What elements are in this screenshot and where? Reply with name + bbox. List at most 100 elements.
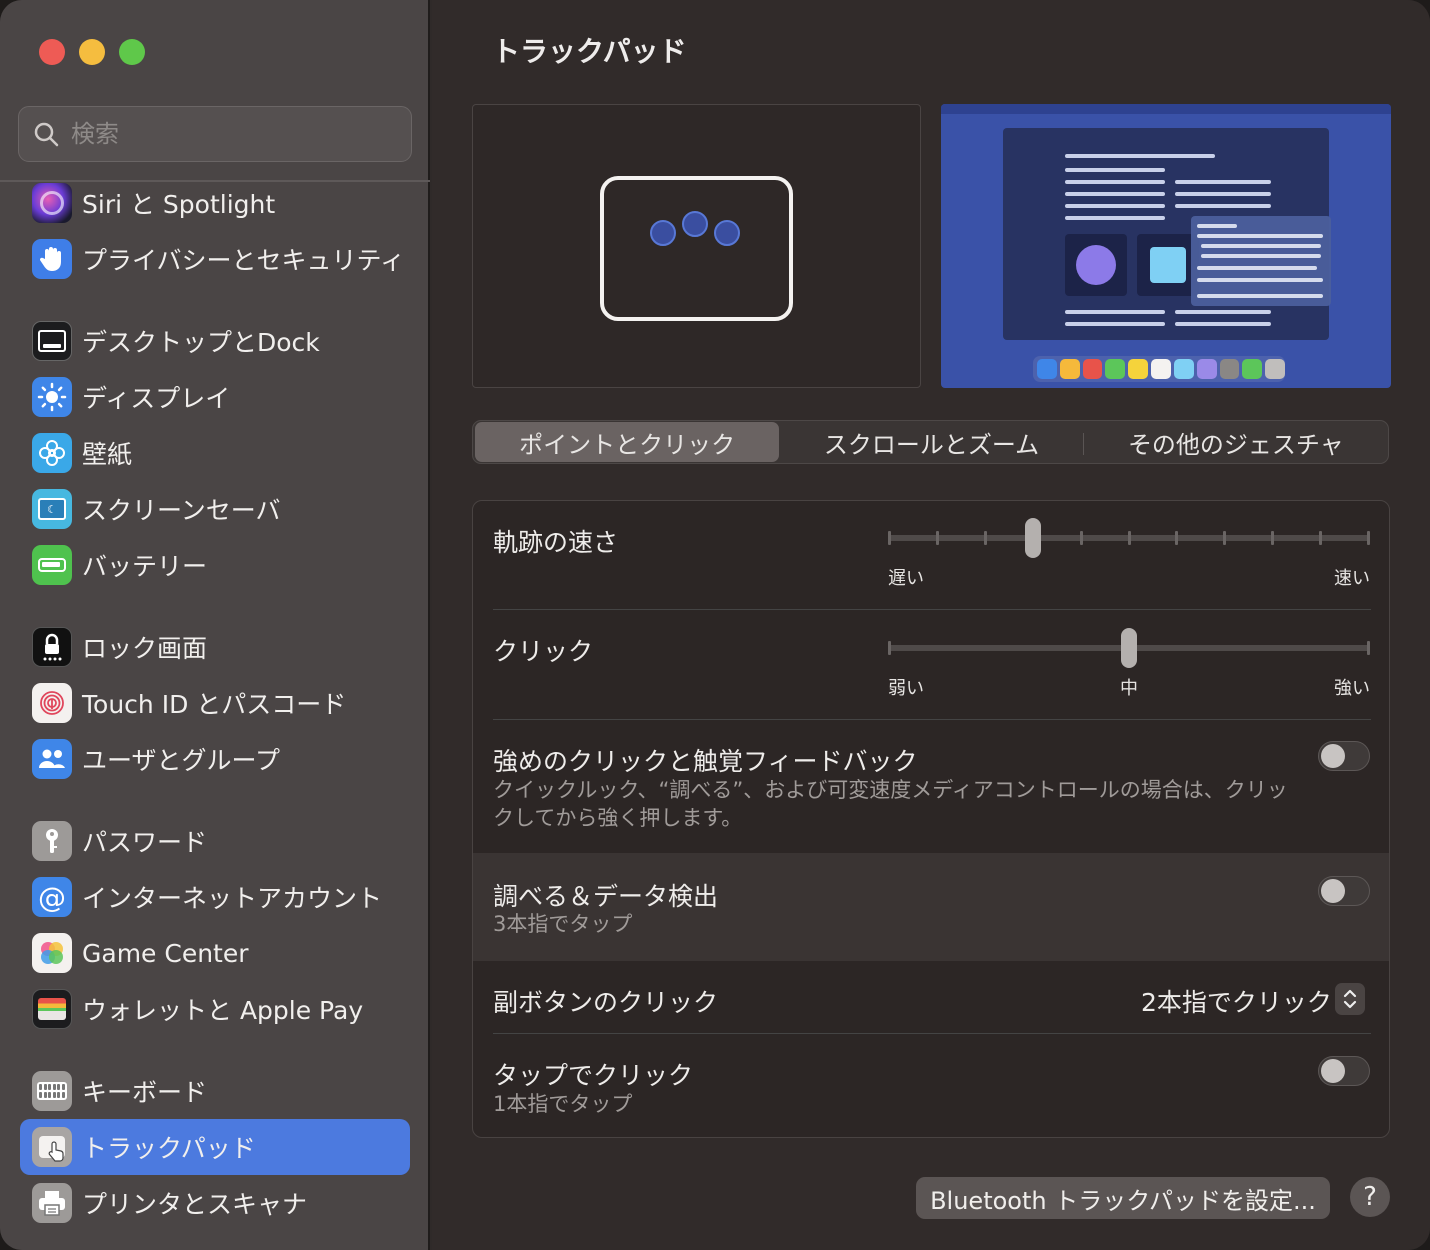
- tab-more-gestures[interactable]: その他のジェスチャ: [1084, 422, 1388, 462]
- sidebar-item-label: ディスプレイ: [82, 384, 231, 413]
- click-label: クリック: [493, 637, 594, 666]
- force-click-toggle[interactable]: [1318, 741, 1370, 771]
- tab-scroll-zoom[interactable]: スクロールとズーム: [779, 422, 1083, 462]
- sidebar-item-trackpad[interactable]: トラックパッド: [20, 1119, 410, 1175]
- preview-tile: [1065, 234, 1127, 296]
- zoom-button[interactable]: [119, 39, 145, 65]
- tracking-speed-min-label: 遅い: [888, 568, 924, 589]
- sidebar-item-lock-screen[interactable]: ロック画面: [20, 619, 410, 675]
- tracking-speed-tick: [1079, 531, 1083, 545]
- help-button[interactable]: ?: [1350, 1177, 1390, 1217]
- preview-dock: [1033, 356, 1285, 382]
- click-knob[interactable]: [1120, 628, 1137, 668]
- preview-lookup-popup: [1191, 216, 1331, 306]
- secondary-click-popup-button[interactable]: [1335, 983, 1365, 1015]
- sidebar-item-passwords[interactable]: パスワード: [20, 813, 410, 869]
- tracking-speed-tick: [935, 531, 939, 545]
- tracking-speed-tick: [1223, 531, 1227, 545]
- sidebar-item-label: ロック画面: [82, 634, 208, 663]
- tracking-speed-tick: [1367, 531, 1370, 545]
- secondary-click-label: 副ボタンのクリック: [493, 988, 719, 1017]
- fingerprint-icon: [32, 683, 72, 723]
- sidebar-item-siri[interactable]: Siri と Spotlight: [20, 175, 410, 231]
- sidebar-item-label: Siri と Spotlight: [82, 190, 276, 219]
- tap-to-click-subtitle: 1本指でタップ: [493, 1092, 633, 1116]
- sidebar-item-label: 壁紙: [82, 440, 133, 469]
- bluetooth-trackpad-button[interactable]: Bluetooth トラックパッドを設定...: [916, 1177, 1330, 1219]
- sidebar-item-label: パスワード: [82, 828, 208, 857]
- tracking-speed-tick: [888, 531, 891, 545]
- key-icon: [32, 821, 72, 861]
- lock-icon: [32, 627, 72, 667]
- sidebar-item-battery[interactable]: バッテリー: [20, 537, 410, 593]
- sidebar-item-label: プライバシーとセキュリティ: [82, 246, 406, 275]
- sidebar-item-label: トラックパッド: [82, 1134, 256, 1163]
- screensaver-icon: ☾: [32, 489, 72, 529]
- sidebar: Siri と Spotlight プライバシーとセキュリティ デスクトップとDo…: [0, 0, 430, 1250]
- force-click-description: クイックルック、“調べる”、および可変速度メディアコントロールの場合は、クリック…: [493, 778, 1288, 830]
- tab-bar: ポイントとクリック スクロールとズーム その他のジェスチャ: [472, 420, 1389, 464]
- sidebar-item-desktop-dock[interactable]: デスクトップとDock: [20, 313, 410, 369]
- click-tick: [1367, 641, 1370, 655]
- sidebar-item-label: Game Center: [82, 938, 249, 968]
- gesture-preview: [472, 104, 921, 388]
- row-divider: [493, 1033, 1371, 1034]
- lookup-label: 調べる＆データ検出: [493, 882, 719, 911]
- tap-to-click-toggle[interactable]: [1318, 1056, 1370, 1086]
- sidebar-item-game-center[interactable]: Game Center: [20, 925, 410, 981]
- minimize-button[interactable]: [79, 39, 105, 65]
- sidebar-item-touch-id[interactable]: Touch ID とパスコード: [20, 675, 410, 731]
- finger-dot: [650, 220, 676, 246]
- game-center-icon: [32, 933, 72, 973]
- secondary-click-value[interactable]: 2本指でクリック: [1141, 983, 1332, 1019]
- sidebar-item-users[interactable]: ユーザとグループ: [20, 731, 410, 787]
- sidebar-item-label: プリンタとスキャナ: [82, 1190, 308, 1219]
- sidebar-item-wallet[interactable]: ウォレットと Apple Pay: [20, 981, 410, 1037]
- sidebar-item-label: ユーザとグループ: [82, 746, 281, 775]
- finger-dot: [714, 220, 740, 246]
- battery-icon: [32, 545, 72, 585]
- gesture-video-preview: [941, 104, 1391, 388]
- sun-icon: [32, 377, 72, 417]
- printer-icon: [32, 1183, 72, 1223]
- siri-icon: [32, 183, 72, 223]
- close-button[interactable]: [39, 39, 65, 65]
- settings-window: Siri と Spotlight プライバシーとセキュリティ デスクトップとDo…: [0, 0, 1430, 1250]
- sidebar-item-privacy[interactable]: プライバシーとセキュリティ: [20, 231, 410, 287]
- keyboard-icon: [32, 1071, 72, 1111]
- users-icon: [32, 739, 72, 779]
- sidebar-item-internet-accounts[interactable]: @ インターネットアカウント: [20, 869, 410, 925]
- sidebar-item-keyboard[interactable]: キーボード: [20, 1063, 410, 1119]
- tab-point-click[interactable]: ポイントとクリック: [475, 422, 780, 462]
- lookup-subtitle: 3本指でタップ: [493, 912, 633, 936]
- chevron-updown-icon: [1343, 989, 1357, 1009]
- main-pane: トラックパッド ポイントとクリック スクロールとズーム その他のジェスチャ 軌跡…: [432, 0, 1430, 1250]
- hand-icon: [32, 239, 72, 279]
- sidebar-item-label: バッテリー: [82, 552, 208, 581]
- lookup-toggle[interactable]: [1318, 876, 1370, 906]
- search-field[interactable]: [18, 106, 412, 162]
- at-icon: @: [32, 877, 72, 917]
- sidebar-item-label: Touch ID とパスコード: [82, 690, 347, 719]
- sidebar-item-label: インターネットアカウント: [82, 884, 383, 913]
- wallet-icon: [32, 989, 72, 1029]
- tracking-speed-tick: [1175, 531, 1179, 545]
- tracking-speed-tick: [1127, 531, 1131, 545]
- sidebar-item-display[interactable]: ディスプレイ: [20, 369, 410, 425]
- sidebar-item-wallpaper[interactable]: 壁紙: [20, 425, 410, 481]
- tracking-speed-knob[interactable]: [1024, 518, 1041, 558]
- sidebar-item-label: スクリーンセーバ: [82, 496, 281, 525]
- sidebar-item-printers[interactable]: プリンタとスキャナ: [20, 1175, 410, 1231]
- dock-icon: [32, 321, 72, 361]
- click-min-label: 弱い: [888, 678, 924, 699]
- click-tick: [888, 641, 891, 655]
- sidebar-item-label: デスクトップとDock: [82, 328, 320, 357]
- sidebar-item-label: キーボード: [82, 1078, 208, 1107]
- sidebar-item-screensaver[interactable]: ☾ スクリーンセーバ: [20, 481, 410, 537]
- trackpad-icon: [32, 1127, 72, 1167]
- search-icon: [34, 122, 59, 147]
- tracking-speed-tick: [1271, 531, 1275, 545]
- preview-menubar: [941, 104, 1391, 114]
- preview-window: [1003, 128, 1331, 340]
- search-input[interactable]: [71, 120, 391, 148]
